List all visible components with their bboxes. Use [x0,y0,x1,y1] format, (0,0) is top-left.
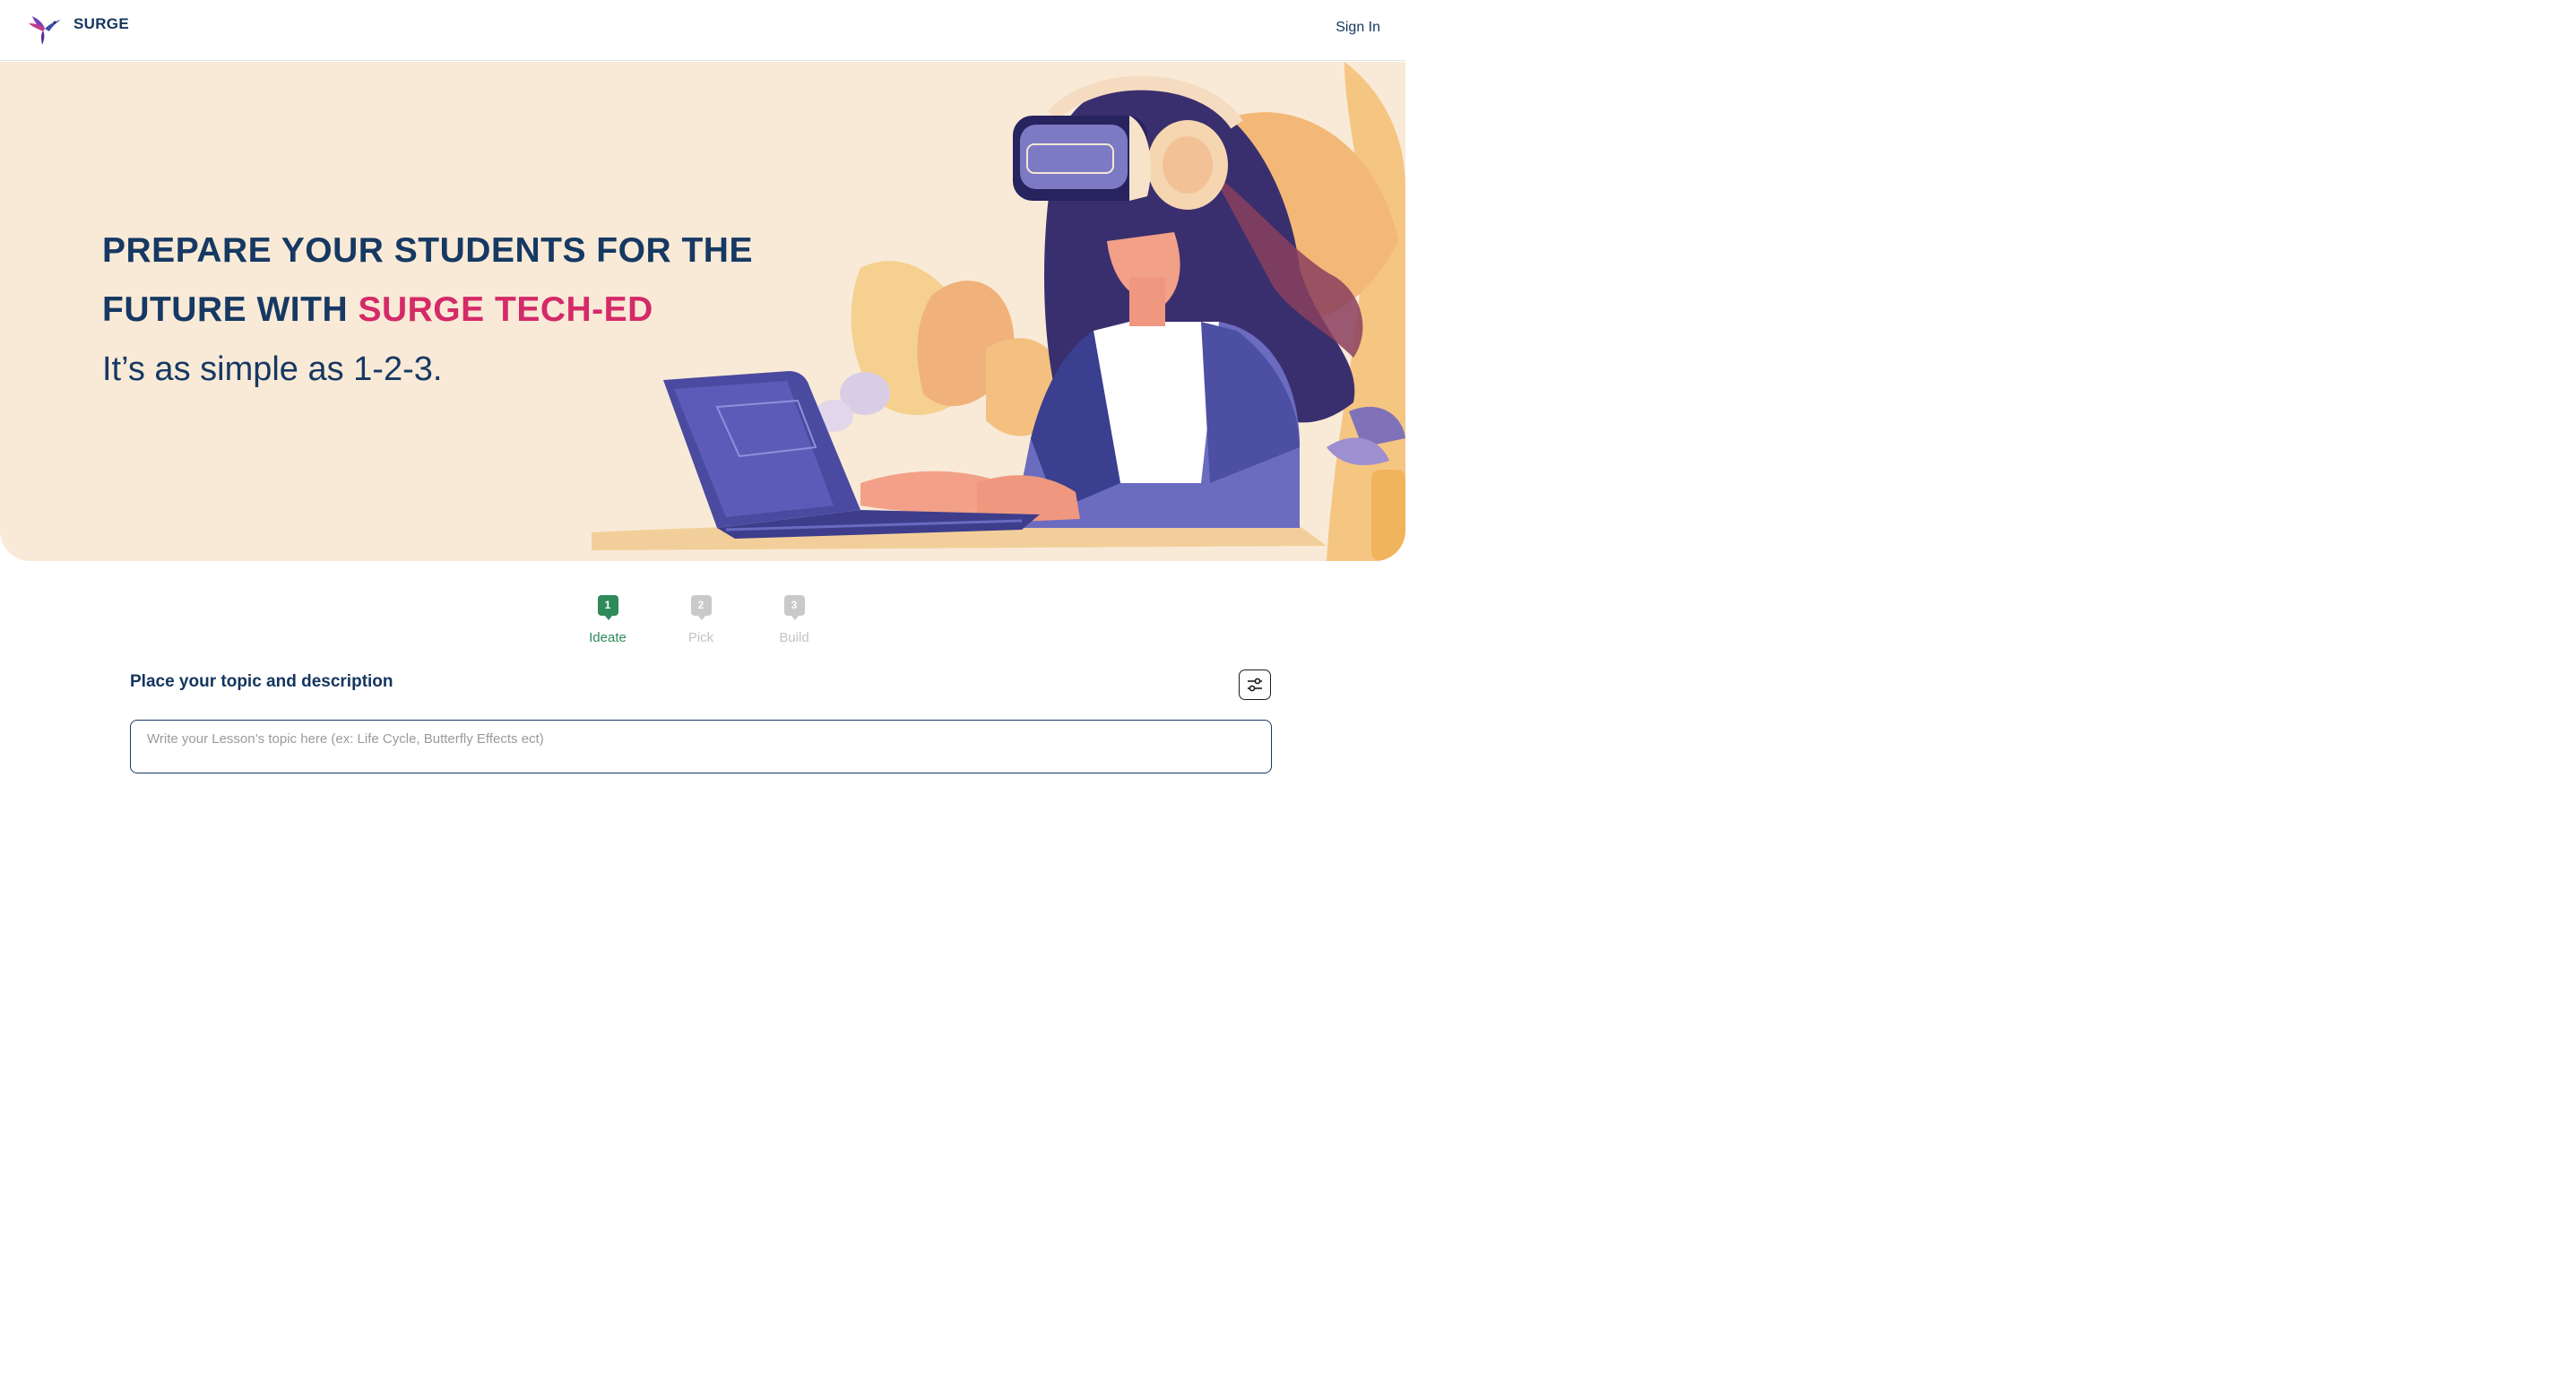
top-navigation-bar: SURGE Sign In [0,0,1405,61]
hero-subline: It’s as simple as 1-2-3. [102,350,443,388]
hero-banner: PREPARE YOUR STUDENTS FOR THE FUTURE WIT… [0,62,1405,561]
step-1-label: Ideate [589,630,627,645]
brand-name: SURGE [73,15,129,32]
step-build[interactable]: 3 Build [758,595,830,645]
lesson-topic-input[interactable] [130,720,1272,773]
step-3-label: Build [779,630,809,645]
hero-illustration [592,62,1405,561]
step-progress: 1 Ideate 2 Pick 3 Build [574,595,834,649]
brand-logo[interactable]: SURGE [25,7,129,47]
settings-button[interactable] [1239,670,1271,700]
step-3-badge: 3 [783,595,805,620]
headline-line-2: FUTURE WITH [102,290,349,329]
sliders-icon [1248,678,1262,692]
step-ideate[interactable]: 1 Ideate [572,595,644,645]
topic-section-title: Place your topic and description [130,672,393,691]
step-2-badge: 2 [690,595,712,620]
sign-in-link[interactable]: Sign In [1336,20,1380,36]
step-pick[interactable]: 2 Pick [665,595,737,645]
step-2-label: Pick [687,630,714,645]
step-1-badge: 1 [597,595,618,620]
hummingbird-logo-icon [29,16,61,45]
